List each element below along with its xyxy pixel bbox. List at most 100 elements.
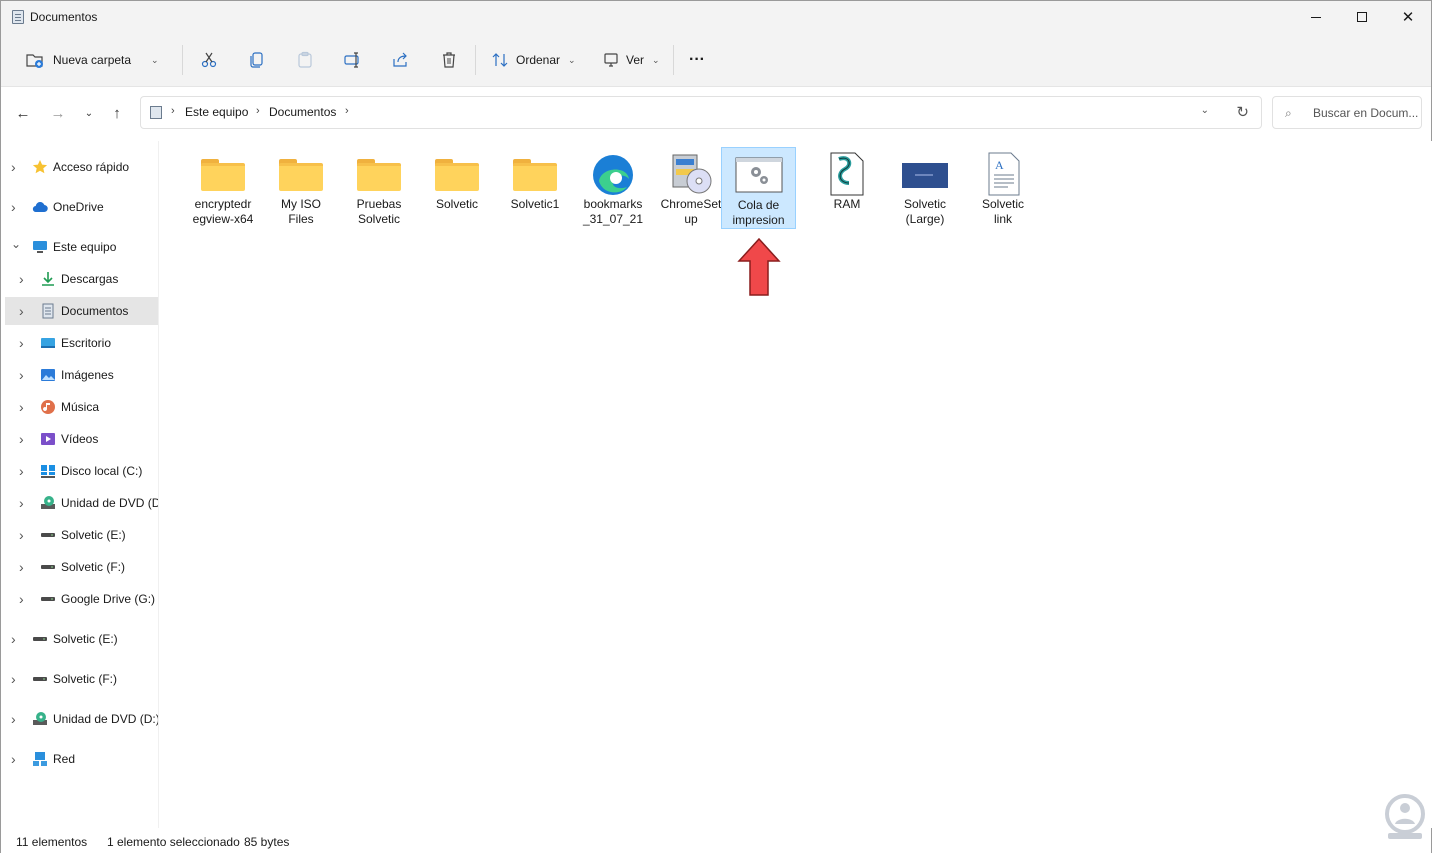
toolbar-divider bbox=[673, 45, 674, 75]
chevron-right-icon[interactable]: › bbox=[19, 527, 24, 543]
chevron-right-icon[interactable]: › bbox=[11, 631, 16, 647]
sidebar-item[interactable]: › Red bbox=[1, 745, 158, 773]
more-options-button[interactable]: ··· bbox=[689, 46, 705, 74]
command-bar: Nueva carpeta ⌄ Ordenar ⌄ Ver ⌄ ··· bbox=[1, 33, 1431, 87]
up-button[interactable]: ↑ bbox=[105, 102, 129, 124]
chevron-right-icon[interactable]: › bbox=[11, 159, 16, 175]
forward-button[interactable]: → bbox=[46, 102, 70, 124]
file-name: Solvetic (Large) bbox=[888, 197, 962, 227]
sidebar-item[interactable]: › Solvetic (F:) bbox=[1, 665, 158, 693]
local-disk-icon bbox=[40, 463, 56, 479]
file-item[interactable]: Solvetic bbox=[420, 147, 494, 229]
sidebar-item[interactable]: › Solvetic (F:) bbox=[1, 553, 158, 581]
minimize-button[interactable] bbox=[1293, 1, 1339, 33]
sidebar-item[interactable]: › Vídeos bbox=[1, 425, 158, 453]
chevron-right-icon[interactable]: › bbox=[19, 431, 24, 447]
sidebar-item[interactable]: › Imágenes bbox=[1, 361, 158, 389]
sidebar-item[interactable]: › OneDrive bbox=[1, 193, 158, 221]
selection-size: 85 bytes bbox=[244, 835, 290, 849]
sidebar-item[interactable]: › Escritorio bbox=[1, 329, 158, 357]
view-label: Ver bbox=[626, 53, 645, 67]
address-history-button[interactable]: ⌄ bbox=[1201, 105, 1209, 116]
share-icon bbox=[393, 52, 407, 67]
recent-locations-button[interactable]: ⌄ bbox=[77, 102, 101, 124]
toolbar-divider bbox=[182, 45, 183, 75]
sort-button[interactable]: Ordenar ⌄ bbox=[491, 46, 576, 74]
download-icon bbox=[40, 271, 56, 287]
chevron-right-icon[interactable]: › bbox=[19, 463, 24, 479]
chevron-down-icon: ⌄ bbox=[568, 54, 576, 65]
chevron-down-icon[interactable]: ⌄ bbox=[11, 237, 21, 251]
status-bar: 11 elementos 1 elemento seleccionado 85 … bbox=[1, 829, 1431, 853]
maximize-button[interactable] bbox=[1339, 1, 1385, 33]
breadcrumb-este-equipo[interactable]: Este equipo bbox=[185, 105, 248, 119]
chevron-right-icon[interactable]: › bbox=[19, 367, 24, 383]
file-item[interactable]: bookmarks _31_07_21 bbox=[576, 147, 650, 229]
search-box[interactable]: ⌕ Buscar en Docum... bbox=[1272, 96, 1422, 129]
file-name-line: _31_07_21 bbox=[582, 212, 644, 226]
chevron-right-icon[interactable]: › bbox=[19, 399, 24, 415]
file-item[interactable]: Cola de impresion bbox=[721, 147, 796, 229]
close-button[interactable]: ✕ bbox=[1385, 1, 1431, 33]
new-folder-icon bbox=[26, 54, 43, 68]
monitor-icon bbox=[604, 53, 618, 67]
chevron-right-icon[interactable]: › bbox=[19, 271, 24, 287]
file-item[interactable]: RAM bbox=[810, 147, 884, 229]
file-item[interactable]: My ISO Files bbox=[264, 147, 338, 229]
copy-button[interactable] bbox=[248, 46, 266, 74]
address-bar[interactable]: › Este equipo › Documentos › ⌄ ↻ bbox=[140, 96, 1262, 129]
search-placeholder: Buscar en Docum... bbox=[1313, 106, 1419, 120]
sidebar-item[interactable]: › Google Drive (G:) bbox=[1, 585, 158, 613]
delete-button[interactable] bbox=[440, 46, 458, 74]
sidebar-item[interactable]: › Acceso rápido bbox=[1, 153, 158, 181]
sidebar-item[interactable]: › Solvetic (E:) bbox=[1, 521, 158, 549]
sidebar-item-label: Solvetic (E:) bbox=[53, 632, 118, 646]
sidebar-item-label: Acceso rápido bbox=[53, 160, 130, 174]
sidebar-item-label: Solvetic (F:) bbox=[61, 560, 126, 574]
arrow-left-icon: ← bbox=[15, 104, 31, 122]
pictures-icon bbox=[40, 367, 56, 383]
refresh-icon[interactable]: ↻ bbox=[1236, 103, 1249, 121]
drive-icon bbox=[40, 559, 56, 575]
sidebar-item-label: Unidad de DVD (D:) bbox=[53, 712, 159, 726]
chevron-right-icon[interactable]: › bbox=[19, 303, 24, 319]
paste-button[interactable] bbox=[296, 46, 314, 74]
chevron-right-icon[interactable]: › bbox=[19, 559, 24, 575]
sidebar-item[interactable]: › Unidad de DVD (D: bbox=[1, 489, 158, 517]
file-item[interactable]: A Solvetic link bbox=[966, 147, 1040, 229]
view-button[interactable]: Ver ⌄ bbox=[602, 46, 660, 74]
file-item[interactable]: ChromeSet up bbox=[654, 147, 728, 229]
chevron-right-icon[interactable]: › bbox=[11, 711, 16, 727]
sidebar-item-label: Vídeos bbox=[61, 432, 99, 446]
rename-button[interactable] bbox=[344, 46, 362, 74]
sidebar-item[interactable]: › Disco local (C:) bbox=[1, 457, 158, 485]
file-item[interactable]: Solvetic (Large) bbox=[888, 147, 962, 229]
chevron-right-icon[interactable]: › bbox=[11, 671, 16, 687]
chevron-right-icon[interactable]: › bbox=[19, 335, 24, 351]
chevron-right-icon[interactable]: › bbox=[19, 591, 24, 607]
script-icon bbox=[823, 151, 871, 197]
sidebar-item[interactable]: › Descargas bbox=[1, 265, 158, 293]
file-explorer-window: Documentos ✕ Nueva carpeta ⌄ Ordenar ⌄ V… bbox=[0, 0, 1432, 853]
document-icon: A bbox=[979, 151, 1027, 197]
window-title: Documentos bbox=[30, 10, 98, 24]
folder-icon bbox=[433, 151, 481, 197]
chevron-right-icon[interactable]: › bbox=[19, 495, 24, 511]
file-item[interactable]: Pruebas Solvetic bbox=[342, 147, 416, 229]
file-item[interactable]: encryptedr egview-x64 bbox=[186, 147, 260, 229]
sidebar-item[interactable]: ⌄ Este equipo bbox=[1, 233, 158, 261]
chevron-right-icon[interactable]: › bbox=[11, 751, 16, 767]
share-button[interactable] bbox=[392, 46, 410, 74]
sidebar-item[interactable]: › Música bbox=[1, 393, 158, 421]
cut-button[interactable] bbox=[200, 46, 218, 74]
sidebar-item[interactable]: › Unidad de DVD (D:) bbox=[1, 705, 159, 733]
sidebar-item[interactable]: › Documentos bbox=[5, 297, 158, 325]
back-button[interactable]: ← bbox=[11, 102, 35, 124]
file-name: Solvetic1 bbox=[498, 197, 572, 212]
new-folder-button[interactable]: Nueva carpeta ⌄ bbox=[26, 46, 159, 74]
file-item[interactable]: Solvetic1 bbox=[498, 147, 572, 229]
close-icon: ✕ bbox=[1401, 8, 1415, 26]
sidebar-item[interactable]: › Solvetic (E:) bbox=[1, 625, 158, 653]
breadcrumb-documentos[interactable]: Documentos bbox=[269, 105, 336, 119]
chevron-right-icon[interactable]: › bbox=[11, 199, 16, 215]
